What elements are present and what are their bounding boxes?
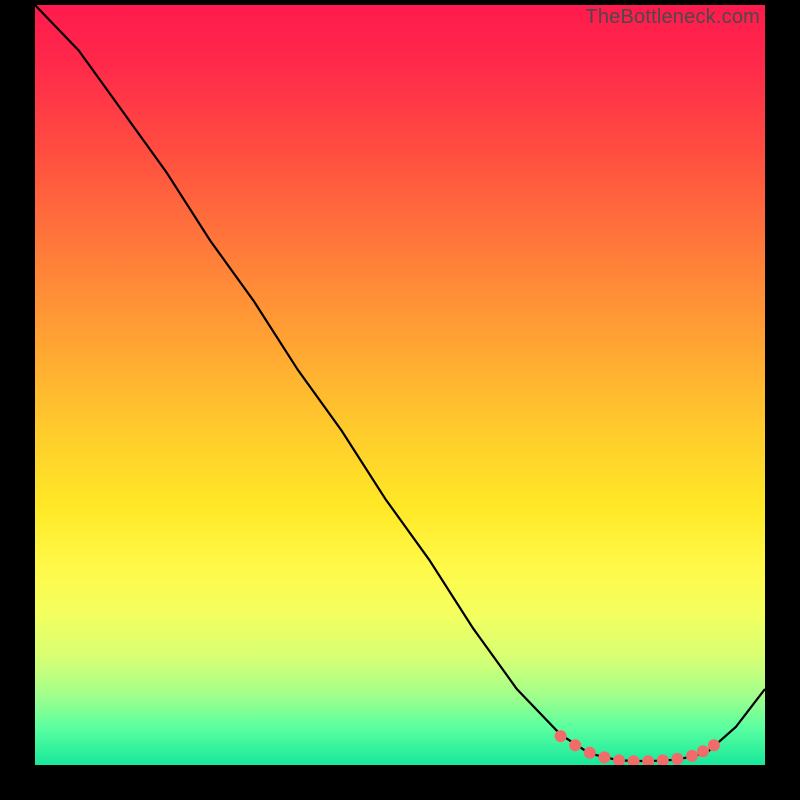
highlight-marker bbox=[671, 753, 683, 765]
curve-line bbox=[35, 5, 765, 761]
highlight-marker bbox=[569, 739, 581, 751]
highlight-marker bbox=[697, 745, 709, 757]
highlight-marker bbox=[613, 754, 625, 765]
highlight-marker bbox=[628, 755, 640, 765]
highlight-marker bbox=[598, 751, 610, 763]
highlight-marker bbox=[657, 754, 669, 765]
highlight-markers bbox=[555, 730, 720, 765]
highlight-marker bbox=[555, 730, 567, 742]
highlight-marker bbox=[708, 739, 720, 751]
bottleneck-chart bbox=[35, 5, 765, 765]
highlight-marker bbox=[642, 755, 654, 765]
highlight-marker bbox=[584, 747, 596, 759]
highlight-marker bbox=[686, 750, 698, 762]
